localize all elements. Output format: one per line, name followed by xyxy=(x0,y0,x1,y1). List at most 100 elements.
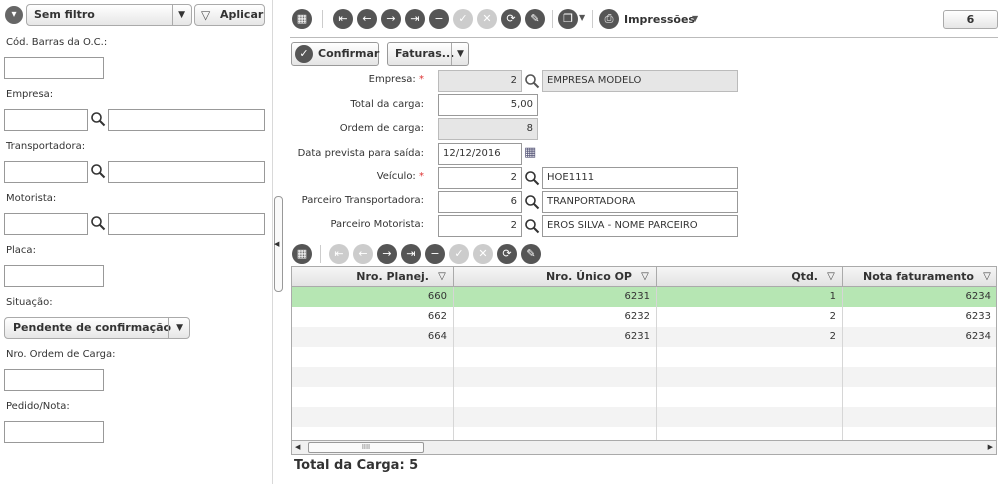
placa-label: Placa: xyxy=(6,245,36,256)
funnel-icon[interactable]: ▽ xyxy=(980,270,994,284)
cod-barras-input[interactable] xyxy=(4,57,104,79)
transportadora-name-input[interactable] xyxy=(108,161,265,183)
apply-button[interactable]: ▽ Aplicar xyxy=(194,4,265,26)
situacao-select[interactable]: Pendente de confirmação ▼ xyxy=(4,317,190,339)
edit-icon[interactable]: ✎ xyxy=(525,9,545,29)
chevron-down-icon[interactable]: ▼ xyxy=(692,14,698,23)
faturas-label: Faturas... xyxy=(395,47,455,60)
parceiro-transportadora-name-field[interactable]: TRANPORTADORA xyxy=(542,191,738,213)
situacao-label: Situação: xyxy=(6,297,53,308)
remove-icon[interactable]: − xyxy=(425,244,445,264)
grid-view-icon[interactable]: ▦ xyxy=(292,9,312,29)
parceiro-motorista-label: Parceiro Motorista: xyxy=(330,219,424,230)
impressoes-menu[interactable]: Impressões xyxy=(624,13,695,26)
funnel-icon[interactable]: ▽ xyxy=(824,270,838,284)
search-icon[interactable] xyxy=(524,170,540,186)
search-icon[interactable] xyxy=(524,73,540,89)
printer-icon[interactable]: ⎙ xyxy=(599,9,619,29)
parceiro-motorista-code-field[interactable]: 2 xyxy=(438,215,522,237)
empresa-code-input[interactable] xyxy=(4,109,88,131)
table-row[interactable]: 662 6232 2 6233 xyxy=(292,307,996,327)
motorista-name-input[interactable] xyxy=(108,213,265,235)
table-cell xyxy=(454,407,657,427)
total-carga-label: Total da carga: xyxy=(350,99,424,110)
table-cell xyxy=(843,407,996,427)
faturas-button[interactable]: Faturas... ▼ xyxy=(387,42,469,66)
scroll-thumb[interactable]: IIII xyxy=(308,442,424,453)
nro-ordem-input[interactable] xyxy=(4,369,104,391)
search-icon[interactable] xyxy=(90,111,106,127)
confirm-button[interactable]: ✓ Confirmar xyxy=(291,42,379,66)
table-cell: 662 xyxy=(292,307,454,327)
search-icon[interactable] xyxy=(90,215,106,231)
search-icon[interactable] xyxy=(524,218,540,234)
table-cell xyxy=(454,367,657,387)
transportadora-code-input[interactable] xyxy=(4,161,88,183)
veiculo-code-field[interactable]: 2 xyxy=(438,167,522,189)
scroll-right-icon[interactable]: ▶ xyxy=(988,443,993,451)
previous-record-icon[interactable]: ← xyxy=(353,244,373,264)
column-header-nro-unico-op[interactable]: Nro. Único OP ▽ xyxy=(454,267,657,287)
refresh-icon[interactable]: ⟳ xyxy=(501,9,521,29)
placa-input[interactable] xyxy=(4,265,104,287)
chevron-down-icon[interactable]: ▼ xyxy=(457,43,464,65)
total-carga-footer: Total da Carga: 5 xyxy=(294,458,419,473)
column-header-label: Nota faturamento xyxy=(863,270,974,283)
column-header-nota-faturamento[interactable]: Nota faturamento ▽ xyxy=(843,267,996,287)
filter-select[interactable]: Sem filtro ▼ xyxy=(26,4,192,26)
motorista-code-input[interactable] xyxy=(4,213,88,235)
check-icon: ✓ xyxy=(295,45,313,63)
last-record-icon[interactable]: ⇥ xyxy=(401,244,421,264)
table-cell xyxy=(657,367,843,387)
empresa-name-input[interactable] xyxy=(108,109,265,131)
situacao-value: Pendente de confirmação xyxy=(13,321,172,334)
items-grid: Nro. Planej. ▽ Nro. Único OP ▽ Qtd. ▽ Nota … xyxy=(291,266,997,455)
next-record-icon[interactable]: → xyxy=(377,244,397,264)
search-icon[interactable] xyxy=(524,194,540,210)
first-record-icon[interactable]: ⇤ xyxy=(333,9,353,29)
refresh-icon[interactable]: ⟳ xyxy=(497,244,517,264)
total-carga-field[interactable]: 5,00 xyxy=(438,94,538,116)
first-record-icon[interactable]: ⇤ xyxy=(329,244,349,264)
collapse-arrow-icon[interactable]: ◀ xyxy=(274,236,282,252)
table-cell xyxy=(843,387,996,407)
parceiro-transportadora-code-field[interactable]: 6 xyxy=(438,191,522,213)
data-prevista-field[interactable]: 12/12/2016 xyxy=(438,143,522,165)
column-header-nro-planej[interactable]: Nro. Planej. ▽ xyxy=(292,267,454,287)
table-cell xyxy=(657,407,843,427)
table-cell xyxy=(657,387,843,407)
next-record-icon[interactable]: → xyxy=(381,9,401,29)
cancel-icon[interactable]: ✕ xyxy=(477,9,497,29)
veiculo-name-field[interactable]: HOE1111 xyxy=(542,167,738,189)
save-icon[interactable]: ✓ xyxy=(449,244,469,264)
faturas-divider xyxy=(451,43,452,65)
chevron-down-icon[interactable]: ▼ xyxy=(579,13,585,22)
edit-icon[interactable]: ✎ xyxy=(521,244,541,264)
table-row[interactable]: 660 6231 1 6234 xyxy=(292,287,996,307)
calendar-icon[interactable]: ▦ xyxy=(524,145,536,160)
funnel-icon[interactable]: ▽ xyxy=(435,270,449,284)
save-icon[interactable]: ✓ xyxy=(453,9,473,29)
scroll-left-icon[interactable]: ◀ xyxy=(295,443,300,451)
last-record-icon[interactable]: ⇥ xyxy=(405,9,425,29)
horizontal-scrollbar[interactable]: ◀ IIII ▶ xyxy=(292,440,996,454)
pedido-nota-input[interactable] xyxy=(4,421,104,443)
table-cell xyxy=(657,347,843,367)
copy-icon[interactable]: ❐ xyxy=(558,9,578,29)
toolbar-separator xyxy=(592,10,593,28)
column-header-qtd[interactable]: Qtd. ▽ xyxy=(657,267,843,287)
previous-record-icon[interactable]: ← xyxy=(357,9,377,29)
cancel-icon[interactable]: ✕ xyxy=(473,244,493,264)
filter-options-icon[interactable]: ▾ xyxy=(5,6,23,24)
table-cell xyxy=(292,347,454,367)
required-icon: * xyxy=(419,171,424,182)
remove-icon[interactable]: − xyxy=(429,9,449,29)
empresa-code-field[interactable]: 2 xyxy=(438,70,522,92)
grid-view-icon[interactable]: ▦ xyxy=(292,244,312,264)
funnel-icon[interactable]: ▽ xyxy=(638,270,652,284)
empty-row xyxy=(292,387,996,407)
parceiro-motorista-name-field[interactable]: EROS SILVA - NOME PARCEIRO xyxy=(542,215,738,237)
pedido-nota-label: Pedido/Nota: xyxy=(6,401,70,412)
table-row[interactable]: 664 6231 2 6234 xyxy=(292,327,996,347)
search-icon[interactable] xyxy=(90,163,106,179)
